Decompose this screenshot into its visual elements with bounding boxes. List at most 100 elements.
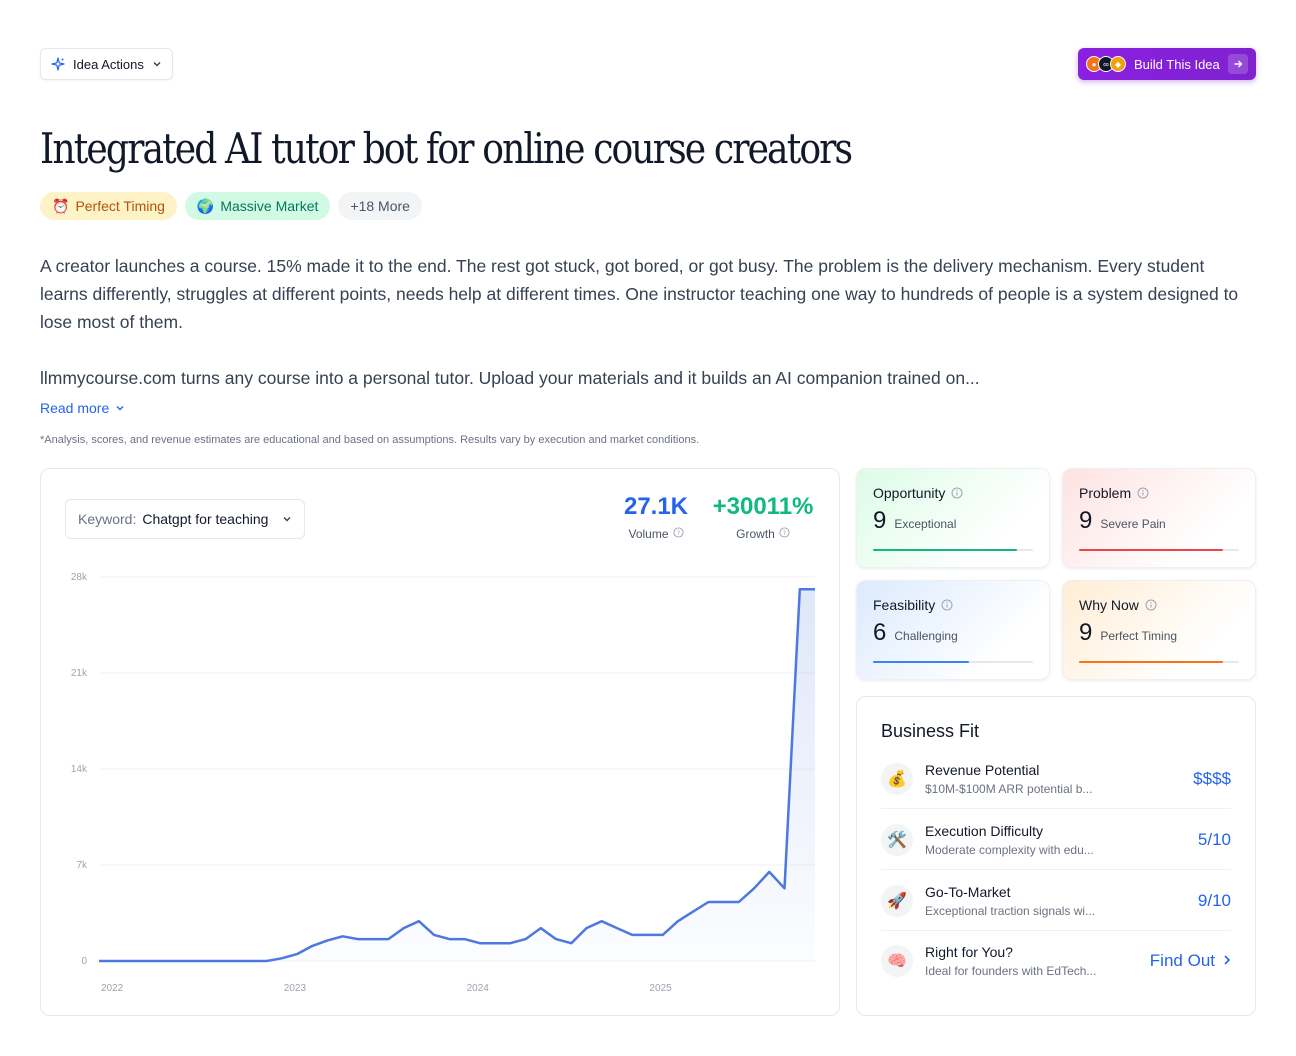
chevron-down-icon <box>282 514 292 524</box>
tag-label: +18 More <box>350 198 410 214</box>
tag-label: Perfect Timing <box>75 198 165 214</box>
growth-value: +30011% <box>712 493 814 520</box>
y-tick-label: 21k <box>71 668 88 679</box>
why-now-score-card[interactable]: Why Now 9 Perfect Timing <box>1062 580 1256 680</box>
fit-row-sub: $10M-$100M ARR potential b... <box>925 781 1093 796</box>
volume-metric: 27.1K Volume ? <box>613 493 699 541</box>
x-tick-label: 2022 <box>101 983 124 994</box>
score-bar-fill <box>873 549 1017 551</box>
score-label: Opportunity <box>873 485 946 501</box>
score-desc: Challenging <box>894 629 958 643</box>
score-value: 9 <box>1079 507 1093 534</box>
volume-value: 27.1K <box>623 493 689 520</box>
x-tick-label: 2024 <box>467 983 490 994</box>
chevron-down-icon <box>152 59 162 69</box>
tools-icon: 🛠️ <box>881 823 913 856</box>
score-label: Problem <box>1079 485 1132 501</box>
growth-label: Growth <box>736 527 775 541</box>
tag-label: Massive Market <box>220 198 319 214</box>
svg-text:?: ? <box>783 529 786 537</box>
feasibility-score-card[interactable]: Feasibility 6 Challenging <box>856 580 1050 680</box>
help-icon[interactable]: ? <box>779 527 790 541</box>
score-desc: Exceptional <box>894 517 957 531</box>
trend-card: Keyword: Chatgpt for teaching 27.1K Volu… <box>40 468 840 1016</box>
fit-row-name: Go-To-Market <box>925 883 1011 900</box>
info-icon[interactable] <box>1145 599 1157 611</box>
brain-icon: 🧠 <box>881 945 913 977</box>
chevron-right-icon <box>1223 951 1231 971</box>
score-label: Feasibility <box>873 597 936 613</box>
arrow-right-icon <box>1228 54 1248 74</box>
description-paragraph: llmmycourse.com turns any course into a … <box>40 368 980 388</box>
business-fit-title: Business Fit <box>881 721 980 741</box>
business-fit-card: Business Fit 💰 Revenue Potential $10M-$1… <box>856 696 1256 1016</box>
find-out-label: Find Out <box>1149 951 1215 970</box>
sparkle-icon <box>51 57 65 71</box>
fit-row-name: Revenue Potential <box>925 761 1040 778</box>
alarm-clock-icon: ⏰ <box>52 197 70 214</box>
build-this-idea-button[interactable]: ● ∞ ◆ Build This Idea <box>1078 48 1256 80</box>
tag-more[interactable]: +18 More <box>338 192 422 220</box>
info-icon[interactable] <box>951 487 963 499</box>
read-more-label: Read more <box>40 400 110 416</box>
y-tick-label: 28k <box>71 572 88 583</box>
help-icon[interactable]: ? <box>672 527 684 541</box>
y-tick-label: 0 <box>81 956 87 967</box>
fit-row-value: 9/10 <box>1197 890 1231 910</box>
opportunity-score-card[interactable]: Opportunity 9 Exceptional <box>856 468 1050 568</box>
x-tick-label: 2023 <box>284 983 307 994</box>
y-tick-label: 14k <box>71 764 88 775</box>
fit-row-sub: Ideal for founders with EdTech... <box>925 964 1097 978</box>
page-title: Integrated AI tutor bot for online cours… <box>40 124 853 173</box>
keyword-label: Keyword: <box>78 511 137 527</box>
score-bar <box>873 549 1033 551</box>
description-paragraph: A creator launches a course. 15% made it… <box>40 256 1239 332</box>
fit-row-sub: Exceptional traction signals wi... <box>925 903 1096 918</box>
score-bar-fill <box>1079 549 1223 551</box>
score-value: 9 <box>873 507 887 534</box>
partner-logos: ● ∞ ◆ <box>1086 56 1126 72</box>
build-label: Build This Idea <box>1134 56 1220 72</box>
tag-perfect-timing[interactable]: ⏰ Perfect Timing <box>40 192 177 220</box>
y-tick-label: 7k <box>76 860 88 871</box>
volume-label: Volume <box>628 527 669 541</box>
fit-row-value: 5/10 <box>1197 829 1231 849</box>
globe-icon: 🌍 <box>196 197 215 214</box>
fit-row-name: Execution Difficulty <box>925 822 1044 839</box>
logo-icon: ◆ <box>1110 56 1126 72</box>
rocket-icon: 🚀 <box>881 884 913 917</box>
fit-row-revenue-potential[interactable]: 💰 Revenue Potential $10M-$100M ARR poten… <box>881 749 1231 809</box>
description: A creator launches a course. 15% made it… <box>40 252 1256 392</box>
score-value: 6 <box>873 619 887 646</box>
fit-row-go-to-market[interactable]: 🚀 Go-To-Market Exceptional traction sign… <box>881 871 1231 931</box>
score-bar-fill <box>1079 661 1223 663</box>
score-value: 9 <box>1079 619 1093 646</box>
idea-actions-label: Idea Actions <box>73 56 144 72</box>
idea-actions-button[interactable]: Idea Actions <box>40 48 173 80</box>
growth-metric: +30011% Growth ? <box>707 493 819 541</box>
tag-massive-market[interactable]: 🌍 Massive Market <box>184 192 331 220</box>
fit-row-value: $$$$ <box>1193 768 1231 788</box>
keyword-select[interactable]: Keyword: Chatgpt for teaching <box>65 499 305 539</box>
disclaimer: *Analysis, scores, and revenue estimates… <box>40 434 700 446</box>
score-desc: Severe Pain <box>1100 517 1166 531</box>
fit-row-name: Right for You? <box>925 944 1013 960</box>
problem-score-card[interactable]: Problem 9 Severe Pain <box>1062 468 1256 568</box>
fit-row-sub: Moderate complexity with edu... <box>925 842 1094 857</box>
score-bar <box>1079 661 1239 663</box>
trend-chart: 0 7k 14k 21k 28k 2022 2023 2024 2025 <box>71 572 815 994</box>
fit-row-execution-difficulty[interactable]: 🛠️ Execution Difficulty Moderate complex… <box>881 810 1231 870</box>
tag-list: ⏰ Perfect Timing 🌍 Massive Market +18 Mo… <box>40 192 422 220</box>
fit-row-right-for-you[interactable]: 🧠 Right for You? Ideal for founders with… <box>881 931 1231 991</box>
info-icon[interactable] <box>1137 487 1149 499</box>
read-more-link[interactable]: Read more <box>40 400 125 416</box>
score-bar <box>873 661 1033 663</box>
find-out-link[interactable]: Find Out <box>1150 951 1231 971</box>
score-bar-fill <box>873 661 969 663</box>
score-bar <box>1079 549 1239 551</box>
score-desc: Perfect Timing <box>1100 629 1178 643</box>
info-icon[interactable] <box>941 599 953 611</box>
keyword-value: Chatgpt for teaching <box>142 511 269 527</box>
x-tick-label: 2025 <box>649 983 672 994</box>
trend-area <box>99 589 815 961</box>
